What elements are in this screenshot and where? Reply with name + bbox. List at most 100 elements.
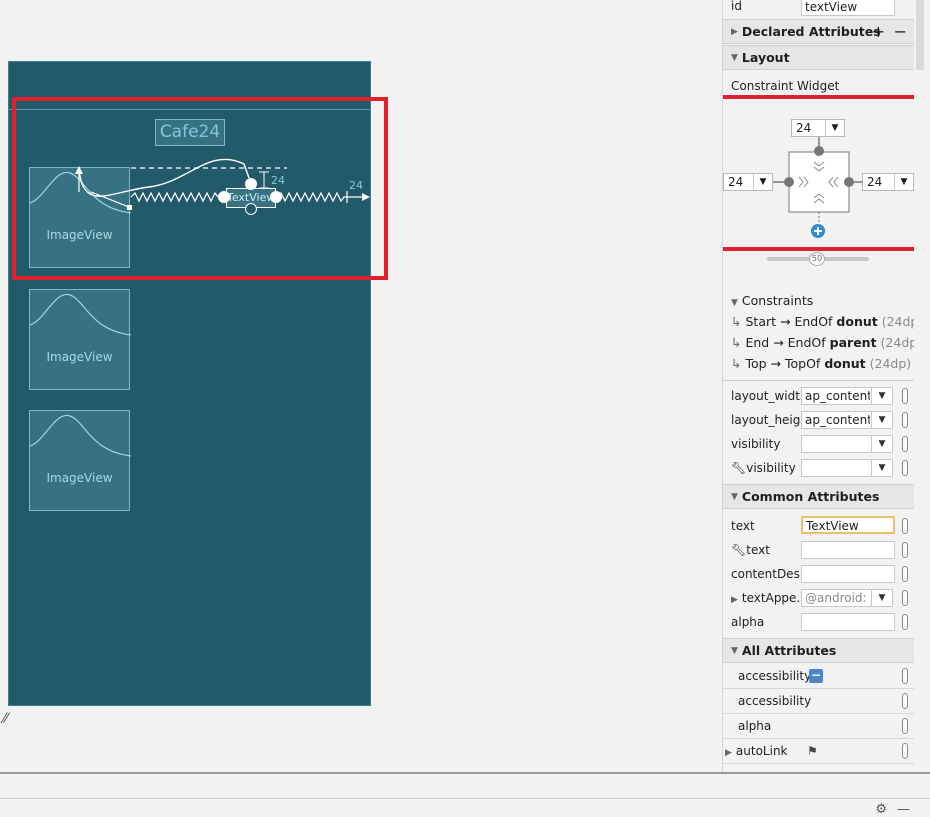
minimize-icon[interactable]: — xyxy=(897,802,920,817)
tools-visibility-dropdown[interactable]: ▼ xyxy=(801,459,893,477)
attribute-pill[interactable] xyxy=(902,668,908,684)
text-row: text TextView xyxy=(723,514,914,538)
layout-height-row: layout_heig... ap_content ▼ xyxy=(723,408,914,432)
layout-width-label: layout_width xyxy=(731,389,808,403)
constraint-icon: ↳ xyxy=(731,356,742,371)
attribute-row[interactable]: accessibility − xyxy=(723,664,914,689)
remove-icon[interactable]: − xyxy=(894,22,907,41)
layout-height-dropdown[interactable]: ap_content ▼ xyxy=(801,411,893,429)
id-row: id textView xyxy=(723,0,914,18)
dropdown-arrow-icon: ▼ xyxy=(871,460,892,476)
attributes-panel: id textView ▶ Declared Attributes + − ▼ … xyxy=(722,0,914,772)
id-label: id xyxy=(731,0,742,13)
attribute-pill[interactable] xyxy=(902,590,908,606)
constraint-item[interactable]: ↳End → EndOf parent (24dp) xyxy=(731,335,914,350)
constraint-widget-label: Constraint Widget xyxy=(731,79,840,93)
tools-visibility-row: 🔧︎visibility ▼ xyxy=(723,456,914,480)
collapse-triangle-icon: ▼ xyxy=(731,491,738,502)
highlight-box-constraint-widget xyxy=(723,95,914,251)
attribute-pill[interactable] xyxy=(902,614,908,630)
attribute-pill[interactable] xyxy=(902,460,908,476)
divider xyxy=(723,380,914,381)
attribute-pill[interactable] xyxy=(902,693,908,709)
dropdown-arrow-icon: ▼ xyxy=(871,436,892,452)
bottom-toolbar: ⚙— xyxy=(0,772,930,817)
image-view-label: ImageView xyxy=(46,471,113,485)
content-description-row: contentDes... xyxy=(723,562,914,586)
common-attributes-label: Common Attributes xyxy=(741,489,880,504)
image-view-2[interactable]: ImageView xyxy=(29,289,131,390)
all-attributes-label: All Attributes xyxy=(741,643,837,658)
constraint-icon: ↳ xyxy=(731,335,742,350)
constraints-header[interactable]: ▼ Constraints xyxy=(731,293,813,308)
layout-header[interactable]: ▼ Layout xyxy=(723,45,914,70)
highlight-box-blueprint xyxy=(12,97,388,280)
dropdown-arrow-icon: ▼ xyxy=(871,388,892,404)
attribute-pill[interactable] xyxy=(902,388,908,404)
expand-triangle-icon: ▶ xyxy=(731,595,738,605)
text-field[interactable]: TextView xyxy=(801,516,895,534)
dropdown-arrow-icon: ▼ xyxy=(871,412,892,428)
panel-scrollbar[interactable] xyxy=(914,0,930,772)
attribute-pill[interactable] xyxy=(902,718,908,734)
wrench-icon: 🔧︎ xyxy=(731,543,747,557)
bias-slider-thumb[interactable]: 50 xyxy=(809,252,825,266)
tools-text-field[interactable] xyxy=(801,541,895,559)
minus-checkbox-icon[interactable]: − xyxy=(809,669,823,683)
flag-icon[interactable]: ⚑ xyxy=(807,744,818,758)
visibility-label: visibility xyxy=(731,437,781,451)
declared-attributes-header[interactable]: ▶ Declared Attributes + − xyxy=(723,19,914,44)
image-placeholder-icon xyxy=(30,294,131,336)
content-description-label: contentDes... xyxy=(731,567,812,581)
constraints-label: Constraints xyxy=(741,293,814,308)
layout-label: Layout xyxy=(741,50,790,65)
id-field[interactable]: textView xyxy=(801,0,895,16)
resize-handle-icon[interactable]: ⁄⁄ xyxy=(3,711,8,727)
add-icon[interactable]: + xyxy=(872,22,885,41)
common-attributes-header[interactable]: ▼ Common Attributes xyxy=(723,484,914,509)
constraint-item[interactable]: ↳Start → EndOf donut (24dp) xyxy=(731,314,914,329)
tools-visibility-label: visibility xyxy=(746,461,796,475)
attribute-pill[interactable] xyxy=(902,743,908,759)
constraint-icon: ↳ xyxy=(731,314,742,329)
text-label: text xyxy=(731,519,755,533)
gear-icon[interactable]: ⚙ xyxy=(875,802,897,817)
alpha-field[interactable] xyxy=(801,613,895,631)
attribute-row[interactable]: ▶ autoLink ⚑ xyxy=(723,739,914,764)
layout-width-dropdown[interactable]: ap_content ▼ xyxy=(801,387,893,405)
attribute-pill[interactable] xyxy=(902,542,908,558)
layout-width-row: layout_width ap_content ▼ xyxy=(723,384,914,408)
expand-triangle-icon: ▶ xyxy=(731,26,738,37)
attribute-pill[interactable] xyxy=(902,518,908,534)
attribute-pill[interactable] xyxy=(902,436,908,452)
constraint-item[interactable]: ↳ Top → TopOf donut (24dp) xyxy=(731,356,911,371)
wrench-icon: 🔧︎ xyxy=(731,461,747,475)
visibility-row: visibility ▼ xyxy=(723,432,914,456)
image-view-label: ImageView xyxy=(46,350,113,364)
image-placeholder-icon xyxy=(30,415,131,457)
design-canvas[interactable]: Cafe24 ImageView ImageView ImageView Tex… xyxy=(0,0,722,772)
text-appearance-row: ▶ textAppe... @android: ▼ xyxy=(723,586,914,610)
layout-height-label: layout_heig... xyxy=(731,413,812,427)
alpha-label: alpha xyxy=(731,615,765,629)
collapse-triangle-icon: ▼ xyxy=(731,52,738,63)
tools-text-row: 🔧︎text xyxy=(723,538,914,562)
text-appearance-label: textAppe... xyxy=(741,591,808,605)
declared-attributes-label: Declared Attributes xyxy=(741,24,881,39)
alpha-row: alpha xyxy=(723,610,914,634)
collapse-triangle-icon: ▼ xyxy=(731,645,738,656)
expand-triangle-icon: ▶ xyxy=(725,748,732,758)
collapse-triangle-icon: ▼ xyxy=(731,298,738,308)
content-description-field[interactable] xyxy=(801,565,895,583)
attribute-row[interactable]: accessibility xyxy=(723,689,914,714)
attribute-pill[interactable] xyxy=(902,412,908,428)
text-appearance-dropdown[interactable]: @android: ▼ xyxy=(801,589,893,607)
scrollbar-thumb[interactable] xyxy=(916,0,924,70)
visibility-dropdown[interactable]: ▼ xyxy=(801,435,893,453)
tools-text-label: text xyxy=(746,543,770,557)
attribute-row[interactable]: alpha xyxy=(723,714,914,739)
image-view-3[interactable]: ImageView xyxy=(29,410,131,511)
all-attributes-header[interactable]: ▼ All Attributes xyxy=(723,638,914,663)
attribute-pill[interactable] xyxy=(902,566,908,582)
dropdown-arrow-icon: ▼ xyxy=(871,590,892,606)
